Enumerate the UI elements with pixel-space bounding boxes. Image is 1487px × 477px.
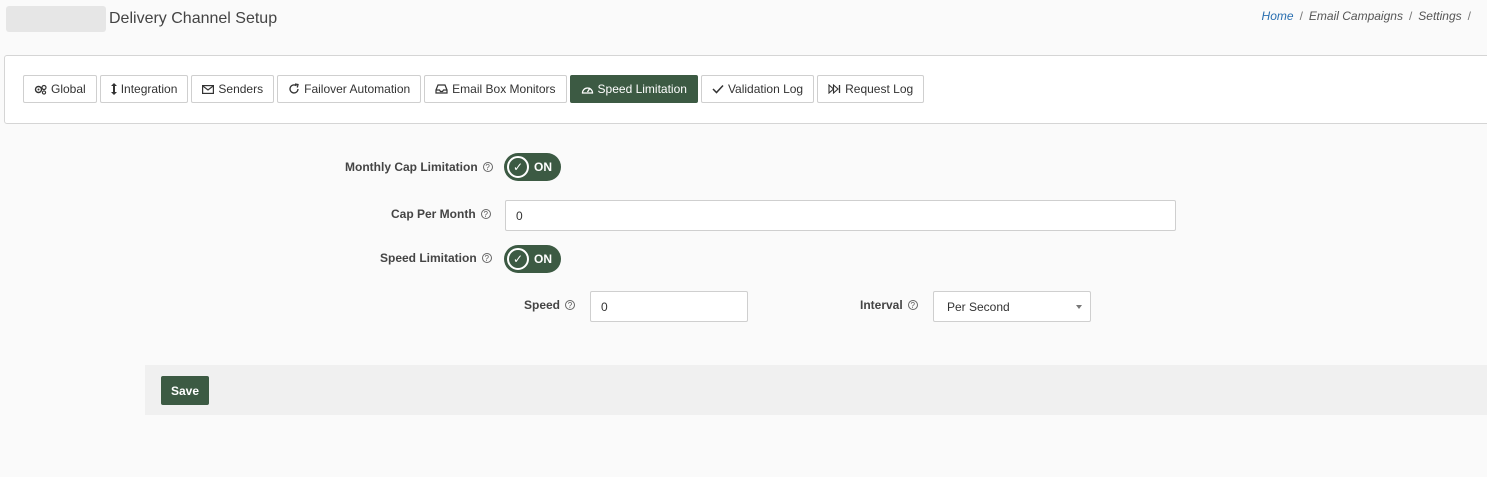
tab-global[interactable]: Global bbox=[23, 75, 97, 103]
speed-limitation-label: Speed Limitation ? bbox=[380, 251, 492, 265]
monthly-cap-label: Monthly Cap Limitation ? bbox=[345, 160, 493, 174]
refresh-icon bbox=[288, 83, 300, 95]
page-header: Delivery Channel Setup Home / Email Campai… bbox=[0, 0, 1487, 55]
tab-senders[interactable]: Senders bbox=[191, 75, 275, 103]
save-button[interactable]: Save bbox=[161, 376, 209, 405]
breadcrumb-email-campaigns[interactable]: Email Campaigns bbox=[1309, 9, 1403, 23]
fast-forward-icon bbox=[828, 84, 841, 94]
tab-bar: Global Integration Senders Failover Auto… bbox=[23, 75, 925, 103]
tab-failover-automation[interactable]: Failover Automation bbox=[277, 75, 422, 103]
tab-label: Speed Limitation bbox=[597, 82, 687, 96]
breadcrumb: Home / Email Campaigns / Settings / bbox=[1261, 9, 1471, 23]
check-icon bbox=[712, 84, 724, 94]
tabs-panel: Global Integration Senders Failover Auto… bbox=[4, 55, 1487, 124]
breadcrumb-settings[interactable]: Settings bbox=[1418, 9, 1461, 23]
monthly-cap-toggle[interactable]: ✓ ON bbox=[504, 153, 561, 181]
tab-speed-limitation[interactable]: Speed Limitation bbox=[569, 75, 698, 103]
help-icon[interactable]: ? bbox=[482, 162, 493, 172]
tab-label: Integration bbox=[120, 82, 178, 96]
cap-per-month-input[interactable]: 0 bbox=[505, 200, 1176, 231]
vertical-arrows-icon bbox=[110, 83, 117, 95]
form-actions-bar: Save bbox=[145, 365, 1487, 415]
cap-per-month-label: Cap Per Month ? bbox=[391, 207, 491, 221]
interval-label: Interval ? bbox=[860, 298, 918, 312]
speed-label: Speed ? bbox=[524, 298, 576, 312]
tab-validation-log[interactable]: Validation Log bbox=[700, 75, 815, 103]
help-icon[interactable]: ? bbox=[480, 209, 491, 219]
gears-icon bbox=[34, 84, 47, 95]
envelope-icon bbox=[202, 84, 215, 94]
check-icon: ✓ bbox=[507, 248, 529, 270]
tab-label: Validation Log bbox=[727, 82, 804, 96]
tab-email-box-monitors[interactable]: Email Box Monitors bbox=[424, 75, 567, 103]
tab-label: Request Log bbox=[845, 82, 914, 96]
tab-label: Email Box Monitors bbox=[452, 82, 556, 96]
breadcrumb-home[interactable]: Home bbox=[1262, 9, 1294, 23]
tab-label: Senders bbox=[218, 82, 264, 96]
toggle-text: ON bbox=[534, 160, 552, 174]
redacted-logo bbox=[6, 6, 106, 32]
help-icon[interactable]: ? bbox=[907, 300, 918, 310]
tab-label: Failover Automation bbox=[304, 82, 411, 96]
speed-limitation-toggle[interactable]: ✓ ON bbox=[504, 245, 561, 273]
toggle-text: ON bbox=[534, 252, 552, 266]
help-icon[interactable]: ? bbox=[481, 253, 492, 263]
tab-integration[interactable]: Integration bbox=[99, 75, 189, 103]
chevron-down-icon bbox=[1076, 305, 1082, 309]
help-icon[interactable]: ? bbox=[565, 300, 576, 310]
page-title: Delivery Channel Setup bbox=[109, 10, 278, 27]
inbox-icon bbox=[435, 84, 448, 94]
tab-label: Global bbox=[51, 82, 86, 96]
speed-input[interactable]: 0 bbox=[590, 291, 748, 322]
speedometer-icon bbox=[581, 84, 594, 95]
tab-request-log[interactable]: Request Log bbox=[817, 75, 925, 103]
interval-select[interactable]: Per Second bbox=[933, 291, 1091, 322]
check-icon: ✓ bbox=[507, 156, 529, 178]
